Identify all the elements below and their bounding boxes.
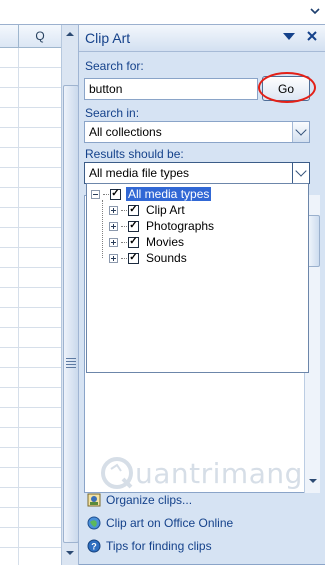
watermark-text: uantrimang: [135, 456, 303, 490]
column-header-label: Q: [35, 29, 45, 43]
pane-header: Clip Art: [79, 25, 325, 52]
search-input[interactable]: button: [84, 78, 258, 100]
tree-item-all-media-types[interactable]: ✓ All media types: [91, 186, 212, 202]
grip-icon: [66, 358, 76, 368]
cell-grid[interactable]: [0, 48, 61, 565]
clip-art-task-pane: Clip Art Search for: button Go Search in…: [78, 25, 325, 565]
arrow-down-icon: [66, 551, 74, 555]
watermark-logo-icon: [101, 457, 133, 489]
expand-icon[interactable]: [109, 221, 118, 231]
expand-icon[interactable]: [109, 205, 118, 215]
link-label: Tips for finding clips: [106, 539, 212, 553]
collapse-icon[interactable]: [91, 189, 100, 199]
clip-art-online-link[interactable]: Clip art on Office Online: [87, 514, 233, 532]
scroll-up-button[interactable]: [63, 27, 77, 41]
search-for-label: Search for:: [85, 59, 144, 73]
organize-clips-link[interactable]: Organize clips...: [87, 491, 192, 509]
tips-for-finding-clips-link[interactable]: ? Tips for finding clips: [87, 537, 212, 555]
checkbox-all-media-types[interactable]: ✓: [110, 188, 121, 200]
column-header-blank[interactable]: [0, 25, 19, 47]
scroll-thumb[interactable]: [63, 85, 79, 543]
grid-divider: [18, 48, 19, 565]
chevron-down-icon: [309, 8, 320, 15]
pane-title: Clip Art: [85, 30, 131, 46]
go-button-highlight-circle: [258, 72, 316, 103]
checkbox-movies[interactable]: ✓: [128, 236, 139, 248]
link-label: Clip art on Office Online: [106, 516, 234, 530]
expand-icon[interactable]: [109, 253, 118, 263]
results-should-be-label: Results should be:: [85, 147, 184, 161]
arrow-down-icon: [309, 479, 317, 483]
search-in-label: Search in:: [85, 106, 140, 120]
close-icon: [307, 31, 317, 41]
help-icon: ?: [87, 539, 101, 553]
worksheet-area[interactable]: Q: [0, 25, 61, 565]
search-in-value: All collections: [89, 125, 162, 139]
tree-item-label: All media types: [126, 187, 212, 201]
formula-bar-expand-button[interactable]: [304, 0, 325, 23]
tree-item-sounds[interactable]: ✓ Sounds: [109, 250, 189, 266]
results-type-dropdown-button[interactable]: [292, 163, 309, 183]
media-types-tree: ✓ All media types ✓ Clip Art ✓ Photograp…: [86, 183, 309, 373]
tree-connector: [102, 200, 103, 258]
tree-item-label: Photographs: [146, 219, 215, 233]
organize-clips-icon: [87, 493, 101, 507]
column-header-row: Q: [0, 25, 61, 48]
pane-options-dropdown-icon[interactable]: [283, 33, 295, 40]
column-header-q[interactable]: Q: [19, 25, 61, 47]
formula-bar: [0, 0, 325, 25]
checkbox-clip-art[interactable]: ✓: [128, 204, 139, 216]
search-in-dropdown-button[interactable]: [292, 122, 309, 142]
tree-item-label: Movies: [146, 235, 185, 249]
scroll-down-button[interactable]: [63, 546, 77, 560]
checkbox-photographs[interactable]: ✓: [128, 220, 139, 232]
tree-item-label: Clip Art: [146, 203, 185, 217]
chevron-down-icon: [295, 165, 307, 177]
results-type-select[interactable]: All media file types: [84, 162, 310, 184]
vertical-scrollbar[interactable]: [61, 25, 79, 565]
watermark: uantrimang: [99, 453, 304, 493]
results-type-value: All media file types: [89, 166, 190, 180]
expand-icon[interactable]: [109, 237, 118, 247]
tree-item-photographs[interactable]: ✓ Photographs: [109, 218, 216, 234]
pane-close-button[interactable]: [303, 28, 321, 46]
office-online-icon: [87, 516, 101, 530]
tree-item-clip-art[interactable]: ✓ Clip Art: [109, 202, 187, 218]
arrow-up-icon: [66, 32, 74, 36]
search-in-select[interactable]: All collections: [84, 121, 310, 143]
svg-text:?: ?: [91, 542, 97, 552]
results-scroll-down-button[interactable]: [307, 475, 319, 487]
link-label: Organize clips...: [106, 493, 193, 507]
chevron-down-icon: [295, 124, 307, 136]
tree-item-movies[interactable]: ✓ Movies: [109, 234, 186, 250]
checkbox-sounds[interactable]: ✓: [128, 252, 139, 264]
tree-item-label: Sounds: [146, 251, 187, 265]
